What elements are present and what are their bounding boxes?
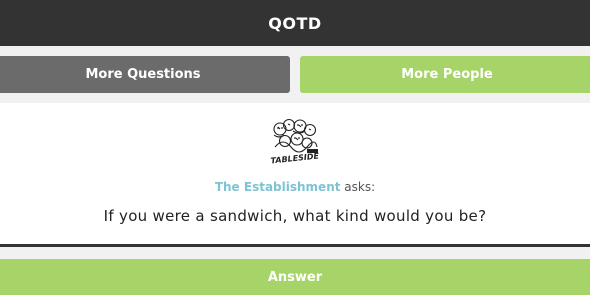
asker-line: The Establishment asks: (0, 180, 590, 194)
page-title: QOTD (268, 13, 322, 33)
more-people-button[interactable]: More People (300, 56, 590, 93)
asker-name-link[interactable]: The Establishment (215, 180, 341, 194)
more-questions-label: More Questions (85, 67, 201, 82)
question-text: If you were a sandwich, what kind would … (103, 207, 487, 225)
more-people-label: More People (401, 67, 493, 82)
question-card: TABLESIDE The Establishment asks: If you… (0, 103, 590, 247)
asker-logo-image: TABLESIDE (270, 118, 320, 166)
asker-suffix: asks: (340, 180, 376, 194)
answer-label: Answer (267, 269, 323, 285)
svg-text:TABLESIDE: TABLESIDE (270, 151, 320, 165)
asker-logo: TABLESIDE (269, 117, 321, 167)
more-questions-button[interactable]: More Questions (0, 56, 290, 93)
answer-button[interactable]: Answer (0, 259, 590, 295)
app-header: QOTD (0, 0, 590, 46)
